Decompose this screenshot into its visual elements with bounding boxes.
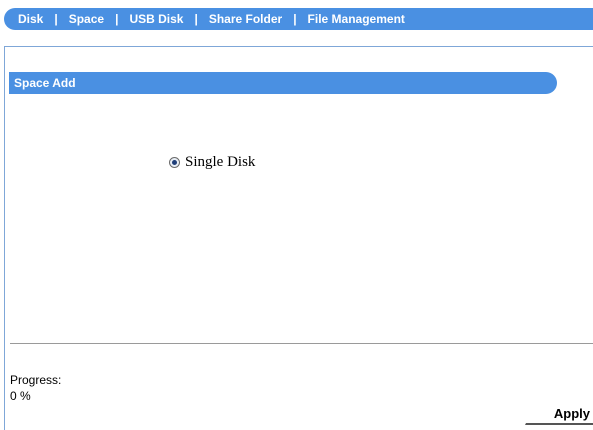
content-panel: Space Add Single Disk Progress: 0 % Appl… (4, 46, 593, 430)
nav-item-space[interactable]: Space (69, 8, 104, 30)
nav-separator: | (293, 12, 297, 26)
radio-selected-dot (172, 160, 177, 165)
nav-item-disk[interactable]: Disk (18, 8, 43, 30)
section-header: Space Add (9, 72, 557, 94)
nav-item-file-management[interactable]: File Management (308, 8, 405, 30)
progress-value: 0 % (10, 389, 31, 403)
nav-separator: | (54, 12, 58, 26)
progress-label: Progress: (10, 373, 62, 387)
top-nav: Disk | Space | USB Disk | Share Folder |… (4, 8, 593, 30)
single-disk-radio[interactable] (169, 157, 180, 168)
section-title: Space Add (14, 76, 76, 90)
nav-separator: | (115, 12, 119, 26)
divider (10, 343, 593, 344)
nav-item-usb-disk[interactable]: USB Disk (129, 8, 183, 30)
single-disk-option[interactable]: Single Disk (169, 154, 255, 171)
apply-button[interactable]: Apply (525, 404, 593, 425)
nav-separator: | (194, 12, 198, 26)
nav-item-share-folder[interactable]: Share Folder (209, 8, 282, 30)
single-disk-label[interactable]: Single Disk (185, 154, 255, 171)
